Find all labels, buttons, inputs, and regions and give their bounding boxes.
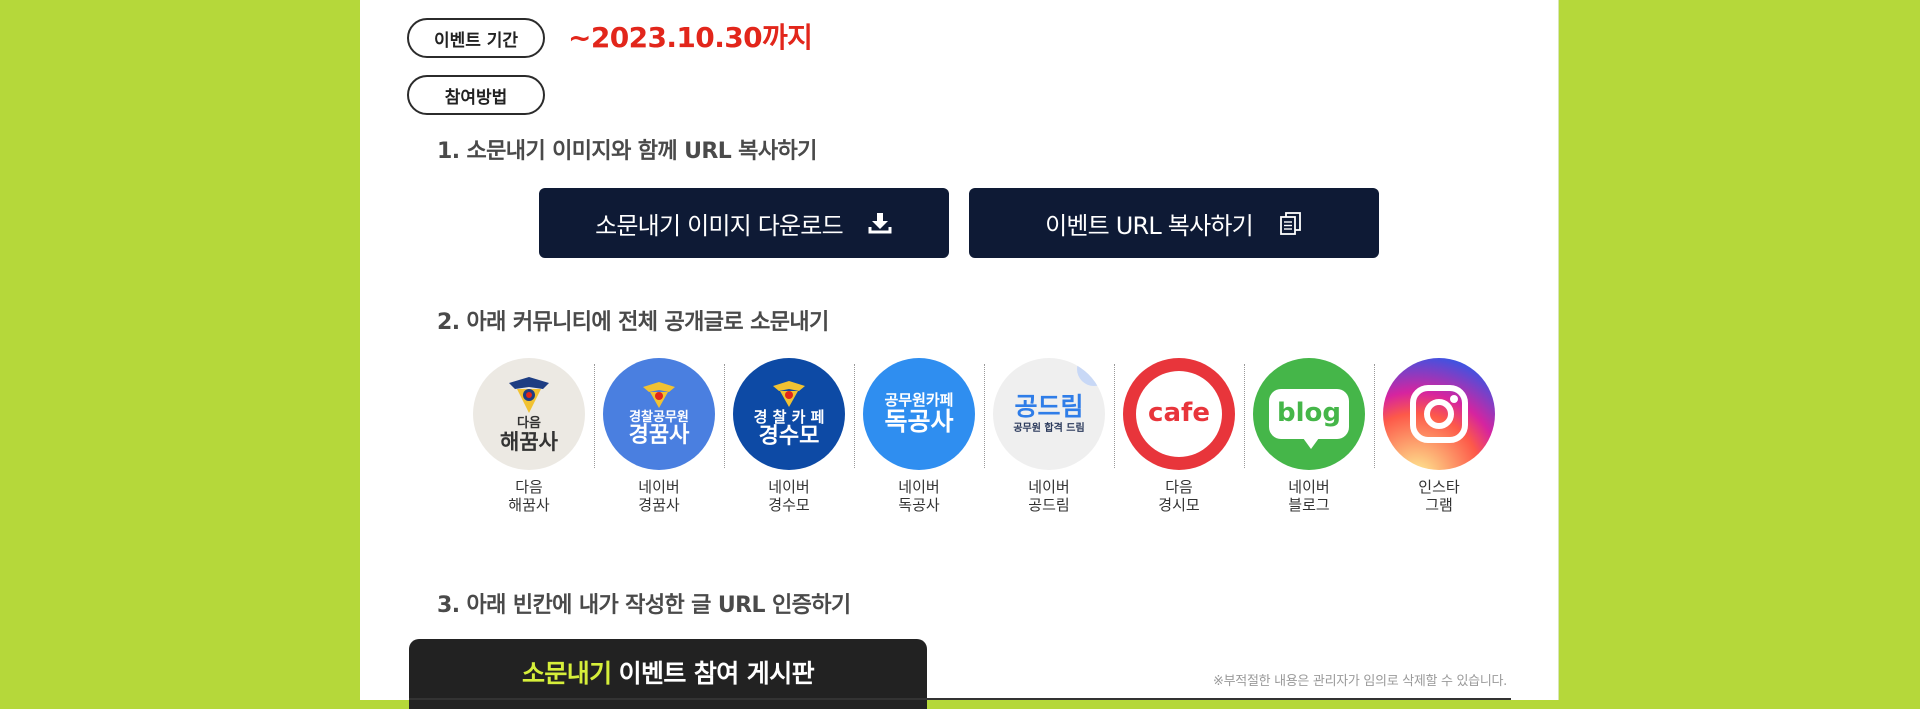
community-label-line1: 네이버 [1028, 478, 1070, 496]
board-notice: ※부적절한 내용은 관리자가 임의로 삭제할 수 있습니다. [1213, 674, 1507, 689]
step-1-title: 1. 소문내기 이미지와 함께 URL 복사하기 [437, 139, 817, 164]
community-label: 네이버 경수모 [768, 478, 809, 514]
gyeongsumo-logo-top: 경 찰 카 페 [753, 407, 825, 426]
community-label-line1: 네이버 [638, 478, 680, 496]
community-label-line1: 네이버 [898, 478, 940, 496]
download-image-label: 소문내기 이미지 다운로드 [595, 211, 844, 240]
blog-logo-tail [1303, 438, 1319, 449]
community-label: 다음 경시모 [1158, 478, 1199, 514]
police-emblem-icon [643, 381, 675, 408]
community-label-line1: 다음 [1165, 478, 1193, 496]
haekkumsa-logo-main: 해꿈사 [500, 429, 558, 454]
community-label-line1: 인스타 [1418, 478, 1460, 496]
gyeongkkumsa-logo: 경찰공무원 경꿈사 [603, 358, 715, 470]
community-label-line2: 블로그 [1288, 496, 1330, 514]
community-naver-gyeongsumo[interactable]: 경 찰 카 페 경수모 네이버 경수모 [724, 358, 854, 518]
community-label-line2: 독공사 [898, 496, 940, 514]
copy-icon [1277, 210, 1303, 236]
step-3-title: 3. 아래 빈칸에 내가 작성한 글 URL 인증하기 [437, 593, 851, 618]
community-label-line2: 공드림 [1028, 496, 1070, 514]
community-instagram[interactable]: 인스타 그램 [1374, 358, 1504, 518]
community-label: 인스타 그램 [1418, 478, 1459, 514]
gyeongsumo-logo: 경 찰 카 페 경수모 [733, 358, 845, 470]
instagram-logo [1383, 358, 1495, 470]
community-label-line2: 그램 [1425, 496, 1453, 514]
dokgongsa-logo: 공무원카페 독공사 [863, 358, 975, 470]
community-label-line2: 경시모 [1158, 496, 1200, 514]
community-naver-gyeongkkumsa[interactable]: 경찰공무원 경꿈사 네이버 경꿈사 [594, 358, 724, 518]
board-title: 이벤트 참여 게시판 [618, 659, 815, 688]
community-label: 네이버 블로그 [1288, 478, 1329, 514]
haekkumsa-logo-top: 다음 [517, 416, 541, 432]
instagram-icon [1410, 385, 1468, 443]
event-deadline: ~2023.10.30까지 [568, 21, 813, 54]
community-label: 네이버 공드림 [1028, 478, 1069, 514]
community-label-line2: 해꿈사 [508, 496, 550, 514]
gyeongkkumsa-logo-main: 경꿈사 [628, 423, 690, 449]
community-naver-blog[interactable]: blog 네이버 블로그 [1244, 358, 1374, 518]
gongdream-logo: 공드림 공무원 합격 드림 [993, 358, 1105, 470]
gongdream-logo-accent [1077, 358, 1105, 386]
community-label: 다음 해꿈사 [508, 478, 549, 514]
community-label-line2: 경수모 [768, 496, 810, 514]
cafe-logo-text: cafe [1148, 398, 1210, 429]
gyeongsumo-logo-main: 경수모 [758, 424, 820, 450]
gongdream-logo-top: 공드림 [1014, 391, 1084, 421]
community-daum-gyeongsimo[interactable]: cafe 다음 경시모 [1114, 358, 1244, 518]
event-period-pill: 이벤트 기간 [407, 18, 545, 58]
daum-cafe-logo: cafe [1123, 358, 1235, 470]
blog-logo-text: blog [1277, 398, 1341, 429]
participation-method-pill: 참여방법 [407, 75, 545, 115]
community-label-line1: 네이버 [768, 478, 810, 496]
blog-logo-bubble: blog [1269, 389, 1349, 449]
community-label: 네이버 독공사 [898, 478, 939, 514]
gyeongkkumsa-logo-top: 경찰공무원 [629, 409, 689, 425]
dokgongsa-logo-main: 독공사 [884, 406, 954, 436]
community-label: 네이버 경꿈사 [638, 478, 679, 514]
copy-event-url-button[interactable]: 이벤트 URL 복사하기 [969, 188, 1379, 258]
download-image-button[interactable]: 소문내기 이미지 다운로드 [539, 188, 949, 258]
community-list: 다음 해꿈사 다음 해꿈사 경찰공무원 경꿈사 네이버 경꿈사 경 찰 카 페 … [464, 358, 1504, 518]
community-label-line2: 경꿈사 [638, 496, 680, 514]
haekkumsa-logo: 다음 해꿈사 [473, 358, 585, 470]
police-emblem-icon [773, 380, 805, 407]
cafe-logo-inner: cafe [1136, 371, 1222, 457]
download-icon [867, 210, 893, 236]
board-title-highlight: 소문내기 [521, 659, 612, 688]
gongdream-logo-main: 공무원 합격 드림 [1013, 422, 1085, 434]
police-emblem-icon [509, 377, 549, 414]
step-2-title: 2. 아래 커뮤니티에 전체 공개글로 소문내기 [437, 310, 829, 335]
naver-blog-logo: blog [1253, 358, 1365, 470]
community-daum-haekkumsa[interactable]: 다음 해꿈사 다음 해꿈사 [464, 358, 594, 518]
community-label-line1: 다음 [515, 478, 543, 496]
community-naver-gongdream[interactable]: 공드림 공무원 합격 드림 네이버 공드림 [984, 358, 1114, 518]
community-naver-dokgongsa[interactable]: 공무원카페 독공사 네이버 독공사 [854, 358, 984, 518]
copy-event-url-label: 이벤트 URL 복사하기 [1045, 211, 1254, 240]
community-label-line1: 네이버 [1288, 478, 1330, 496]
